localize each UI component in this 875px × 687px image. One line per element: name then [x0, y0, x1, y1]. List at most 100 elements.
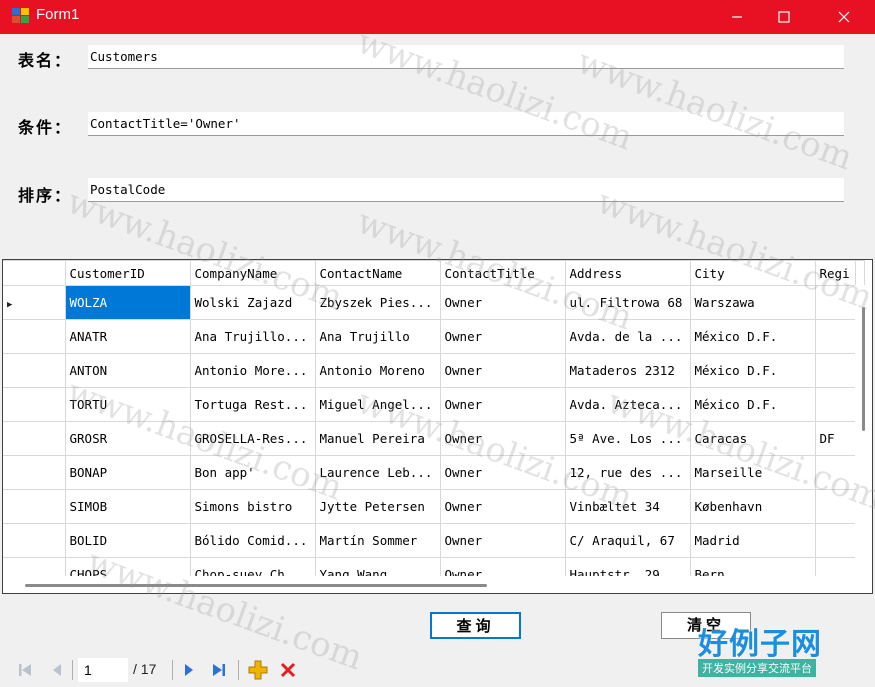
grid-cell[interactable]: Avda. Azteca... — [564, 387, 691, 422]
table-name-input[interactable] — [88, 45, 844, 69]
grid-cell[interactable]: C/ Araquil, 67 — [564, 523, 691, 558]
grid-cell[interactable]: Vinbæltet 34 — [564, 489, 691, 524]
move-next-button[interactable] — [178, 659, 200, 681]
column-header[interactable]: CompanyName — [189, 260, 316, 286]
delete-button[interactable] — [276, 659, 300, 681]
move-previous-button[interactable] — [46, 659, 68, 681]
horizontal-scroll-thumb[interactable] — [25, 584, 487, 587]
column-header[interactable]: ContactTitle — [439, 260, 566, 286]
grid-cell[interactable]: BONAP — [64, 455, 191, 490]
grid-cell[interactable]: Owner — [439, 489, 566, 524]
grid-cell[interactable]: ANTON — [64, 353, 191, 388]
vertical-scroll-thumb[interactable] — [862, 307, 865, 431]
grid-cell[interactable]: BOLID — [64, 523, 191, 558]
column-header[interactable]: ContactName — [314, 260, 441, 286]
grid-cell[interactable]: 12, rue des ... — [564, 455, 691, 490]
row-header[interactable] — [3, 455, 66, 490]
grid-cell[interactable]: Owner — [439, 319, 566, 354]
grid-cell[interactable]: Simons bistro — [189, 489, 316, 524]
table-row[interactable]: TORTU Tortuga Rest... Miguel Angel... Owner… — [3, 387, 865, 422]
grid-cell[interactable]: WOLZA — [64, 285, 191, 320]
grid-cell[interactable]: Avda. de la ... — [564, 319, 691, 354]
grid-cell[interactable]: Caracas — [689, 421, 816, 456]
move-first-button[interactable] — [14, 659, 36, 681]
grid-cell[interactable]: Mataderos 2312 — [564, 353, 691, 388]
grid-cell[interactable]: Ana Trujillo — [314, 319, 441, 354]
grid-cell[interactable]: Wolski Zajazd — [189, 285, 316, 320]
row-header[interactable] — [3, 523, 66, 558]
grid-cell[interactable]: Owner — [439, 387, 566, 422]
row-header[interactable] — [3, 319, 66, 354]
table-row[interactable]: SIMOB Simons bistro Jytte Petersen Owner Vin… — [3, 489, 865, 524]
grid-cell[interactable]: Antonio Moreno — [314, 353, 441, 388]
grid-cell[interactable]: México D.F. — [689, 319, 816, 354]
grid-cell[interactable]: Zbyszek Pies... — [314, 285, 441, 320]
grid-cell[interactable]: Owner — [439, 353, 566, 388]
add-new-button[interactable] — [246, 659, 270, 681]
move-last-button[interactable] — [208, 659, 230, 681]
minimize-button[interactable] — [714, 0, 760, 34]
grid-cell[interactable]: København — [689, 489, 816, 524]
grid-cell[interactable]: TORTU — [64, 387, 191, 422]
grid-cell[interactable]: Madrid — [689, 523, 816, 558]
table-row[interactable]: ▶ WOLZA Wolski Zajazd Zbyszek Pies... Owner u… — [3, 285, 865, 320]
grid-cell[interactable]: México D.F. — [689, 353, 816, 388]
position-input[interactable] — [78, 658, 128, 682]
grid-cell[interactable]: ANATR — [64, 319, 191, 354]
vertical-scrollbar[interactable] — [855, 285, 872, 577]
grid-cell[interactable] — [814, 319, 856, 354]
table-row[interactable]: ANATR Ana Trujillo... Ana Trujillo Owner Avd… — [3, 319, 865, 354]
row-header[interactable] — [3, 489, 66, 524]
grid-cell[interactable]: DF — [814, 421, 856, 456]
grid-cell[interactable]: Bon app' — [189, 455, 316, 490]
maximize-button[interactable] — [761, 0, 807, 34]
table-row[interactable]: BOLID Bólido Comid... Martín Sommer Owner C/… — [3, 523, 865, 558]
column-header[interactable]: City — [689, 260, 816, 286]
grid-cell[interactable]: Laurence Leb... — [314, 455, 441, 490]
table-row[interactable]: GROSR GROSELLA-Res... Manuel Pereira Owner 5… — [3, 421, 865, 456]
grid-cell[interactable]: SIMOB — [64, 489, 191, 524]
row-header[interactable] — [3, 387, 66, 422]
column-header[interactable]: Regi — [814, 260, 856, 286]
row-header[interactable] — [3, 421, 66, 456]
grid-cell[interactable]: Antonio More... — [189, 353, 316, 388]
grid-cell[interactable] — [814, 387, 856, 422]
grid-cell[interactable] — [814, 489, 856, 524]
condition-input[interactable] — [88, 112, 844, 136]
grid-cell[interactable]: Marseille — [689, 455, 816, 490]
grid-cell[interactable]: Owner — [439, 285, 566, 320]
grid-cell[interactable]: México D.F. — [689, 387, 816, 422]
grid-cell[interactable]: GROSELLA-Res... — [189, 421, 316, 456]
column-header[interactable]: CustomerID — [64, 260, 191, 286]
grid-cell[interactable]: Jytte Petersen — [314, 489, 441, 524]
grid-cell[interactable] — [814, 353, 856, 388]
grid-cell[interactable]: ul. Filtrowa 68 — [564, 285, 691, 320]
grid-cell[interactable]: GROSR — [64, 421, 191, 456]
grid-cell[interactable] — [814, 455, 856, 490]
grid-cell[interactable]: Warszawa — [689, 285, 816, 320]
grid-cell[interactable]: Martín Sommer — [314, 523, 441, 558]
grid-cell[interactable]: Owner — [439, 455, 566, 490]
grid-cell[interactable]: 5ª Ave. Los ... — [564, 421, 691, 456]
grid-cell[interactable]: Bólido Comid... — [189, 523, 316, 558]
grid-cell[interactable]: Owner — [439, 523, 566, 558]
row-header[interactable] — [3, 353, 66, 388]
sort-input[interactable] — [88, 178, 844, 202]
grid-cell[interactable]: Ana Trujillo... — [189, 319, 316, 354]
row-header[interactable]: ▶ — [3, 285, 66, 320]
move-previous-icon — [53, 664, 61, 676]
horizontal-scrollbar[interactable] — [3, 576, 857, 593]
close-button[interactable] — [821, 0, 867, 34]
grid-cell[interactable]: Owner — [439, 421, 566, 456]
column-header[interactable]: Address — [564, 260, 691, 286]
grid-cell[interactable]: Manuel Pereira — [314, 421, 441, 456]
grid-cell[interactable]: Miguel Angel... — [314, 387, 441, 422]
data-grid[interactable]: CustomerID CompanyName ContactName ContactT… — [2, 259, 873, 594]
grid-cell[interactable]: Tortuga Rest... — [189, 387, 316, 422]
table-row[interactable]: ANTON Antonio More... Antonio Moreno Owner M… — [3, 353, 865, 388]
grid-cell[interactable] — [814, 523, 856, 558]
query-button[interactable]: 查询 — [430, 612, 521, 639]
clear-button[interactable]: 清空 — [661, 612, 751, 639]
table-row[interactable]: BONAP Bon app' Laurence Leb... Owner 12, rue… — [3, 455, 865, 490]
grid-cell[interactable] — [814, 285, 856, 320]
